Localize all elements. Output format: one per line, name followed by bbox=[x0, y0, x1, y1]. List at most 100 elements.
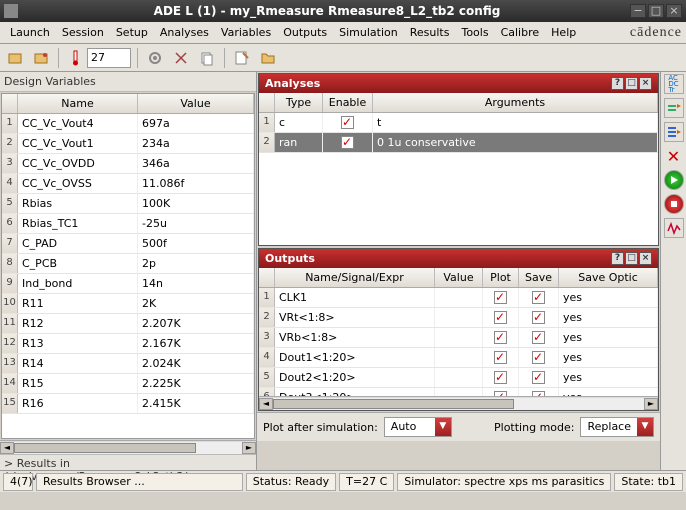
menu-calibre[interactable]: Calibre bbox=[495, 24, 546, 41]
save-checkbox[interactable] bbox=[532, 331, 545, 344]
copy-icon[interactable] bbox=[196, 47, 218, 69]
maximize-button[interactable]: □ bbox=[648, 4, 664, 18]
setup-icon[interactable] bbox=[664, 98, 684, 118]
output-name: CLK1 bbox=[275, 288, 435, 307]
menu-session[interactable]: Session bbox=[56, 24, 110, 41]
output-row[interactable]: 4 Dout1<1:20> yes bbox=[259, 348, 658, 368]
dv-row[interactable]: 5 Rbias 100K bbox=[2, 194, 254, 214]
waveform-icon[interactable] bbox=[664, 218, 684, 238]
plot-checkbox[interactable] bbox=[494, 291, 507, 304]
dv-name: R12 bbox=[18, 314, 138, 333]
analyses-help-icon[interactable]: ? bbox=[611, 77, 624, 90]
dv-name: R15 bbox=[18, 374, 138, 393]
output-saveopt: yes bbox=[559, 388, 658, 396]
analysis-type: ran bbox=[275, 133, 323, 152]
outputs-max-icon[interactable]: □ bbox=[625, 252, 638, 265]
dv-row[interactable]: 15 R16 2.415K bbox=[2, 394, 254, 414]
dv-value: 2.024K bbox=[138, 354, 254, 373]
menu-variables[interactable]: Variables bbox=[215, 24, 277, 41]
folder-icon[interactable] bbox=[257, 47, 279, 69]
dv-row[interactable]: 9 Ind_bond 14n bbox=[2, 274, 254, 294]
dv-row[interactable]: 12 R13 2.167K bbox=[2, 334, 254, 354]
dv-row[interactable]: 2 CC_Vc_Vout1 234a bbox=[2, 134, 254, 154]
plot-after-combo[interactable]: Auto ▼ bbox=[384, 417, 452, 437]
outputs-help-icon[interactable]: ? bbox=[611, 252, 624, 265]
menu-launch[interactable]: Launch bbox=[4, 24, 56, 41]
dv-value: 2.225K bbox=[138, 374, 254, 393]
analysis-args: 0 1u conservative bbox=[373, 133, 658, 152]
chevron-down-icon[interactable]: ▼ bbox=[435, 418, 451, 436]
analyses-close-icon[interactable]: × bbox=[639, 77, 652, 90]
dv-row[interactable]: 6 Rbias_TC1 -25u bbox=[2, 214, 254, 234]
acdc-icon[interactable]: ACDCTr bbox=[664, 74, 684, 94]
menu-outputs[interactable]: Outputs bbox=[277, 24, 333, 41]
status-results-browser[interactable]: Results Browser ... bbox=[36, 473, 243, 491]
chevron-down-icon[interactable]: ▼ bbox=[637, 418, 653, 436]
save-checkbox[interactable] bbox=[532, 371, 545, 384]
enable-checkbox[interactable] bbox=[341, 136, 354, 149]
output-row[interactable]: 3 VRb<1:8> yes bbox=[259, 328, 658, 348]
run-button[interactable] bbox=[664, 170, 684, 190]
save-checkbox[interactable] bbox=[532, 351, 545, 364]
analysis-row[interactable]: 2 ran 0 1u conservative bbox=[259, 133, 658, 153]
menu-setup[interactable]: Setup bbox=[110, 24, 154, 41]
dv-value: 234a bbox=[138, 134, 254, 153]
col-value[interactable]: Value bbox=[138, 94, 254, 113]
close-button[interactable]: × bbox=[666, 4, 682, 18]
analysis-row[interactable]: 1 c t bbox=[259, 113, 658, 133]
output-row[interactable]: 5 Dout2<1:20> yes bbox=[259, 368, 658, 388]
status-ready: Status: Ready bbox=[246, 473, 336, 491]
output-value bbox=[435, 288, 483, 307]
col-name[interactable]: Name bbox=[18, 94, 138, 113]
plot-checkbox[interactable] bbox=[494, 351, 507, 364]
enable-checkbox[interactable] bbox=[341, 116, 354, 129]
menu-results[interactable]: Results bbox=[404, 24, 456, 41]
menu-simulation[interactable]: Simulation bbox=[333, 24, 404, 41]
menu-help[interactable]: Help bbox=[545, 24, 582, 41]
stop-button[interactable] bbox=[664, 194, 684, 214]
analyses-max-icon[interactable]: □ bbox=[625, 77, 638, 90]
plot-mode-combo[interactable]: Replace ▼ bbox=[580, 417, 654, 437]
dv-row[interactable]: 1 CC_Vc_Vout4 697a bbox=[2, 114, 254, 134]
output-value bbox=[435, 328, 483, 347]
tool-open-icon[interactable] bbox=[4, 47, 26, 69]
dv-row[interactable]: 13 R14 2.024K bbox=[2, 354, 254, 374]
dv-hscroll[interactable]: ◄ ► bbox=[0, 440, 256, 454]
thermometer-icon[interactable] bbox=[65, 47, 87, 69]
dv-row[interactable]: 11 R12 2.207K bbox=[2, 314, 254, 334]
dv-row[interactable]: 4 CC_Vc_OVSS 11.086f bbox=[2, 174, 254, 194]
minimize-button[interactable]: − bbox=[630, 4, 646, 18]
tool-save-icon[interactable] bbox=[30, 47, 52, 69]
outputs-close-icon[interactable]: × bbox=[639, 252, 652, 265]
plot-checkbox[interactable] bbox=[494, 391, 507, 396]
outputs-icon[interactable] bbox=[664, 122, 684, 142]
save-checkbox[interactable] bbox=[532, 311, 545, 324]
window-title: ADE L (1) - my_Rmeasure Rmeasure8_L2_tb2… bbox=[24, 4, 630, 18]
temperature-input[interactable] bbox=[87, 48, 131, 68]
dv-row[interactable]: 7 C_PAD 500f bbox=[2, 234, 254, 254]
output-value bbox=[435, 348, 483, 367]
dv-row[interactable]: 3 CC_Vc_OVDD 346a bbox=[2, 154, 254, 174]
plot-checkbox[interactable] bbox=[494, 331, 507, 344]
design-variables-table[interactable]: Name Value 1 CC_Vc_Vout4 697a2 CC_Vc_Vou… bbox=[1, 93, 255, 439]
edit-icon[interactable] bbox=[231, 47, 253, 69]
output-row[interactable]: 1 CLK1 yes bbox=[259, 288, 658, 308]
gear-icon[interactable] bbox=[144, 47, 166, 69]
output-value bbox=[435, 388, 483, 396]
plot-checkbox[interactable] bbox=[494, 371, 507, 384]
output-row[interactable]: 2 VRt<1:8> yes bbox=[259, 308, 658, 328]
cut-icon[interactable] bbox=[170, 47, 192, 69]
dv-row[interactable]: 8 C_PCB 2p bbox=[2, 254, 254, 274]
delete-icon[interactable]: ✕ bbox=[664, 146, 684, 166]
dv-row[interactable]: 10 R11 2K bbox=[2, 294, 254, 314]
dv-row[interactable]: 14 R15 2.225K bbox=[2, 374, 254, 394]
outputs-hscroll[interactable]: ◄ ► bbox=[259, 396, 658, 410]
plot-checkbox[interactable] bbox=[494, 311, 507, 324]
save-checkbox[interactable] bbox=[532, 291, 545, 304]
menu-analyses[interactable]: Analyses bbox=[154, 24, 215, 41]
dv-name: R11 bbox=[18, 294, 138, 313]
output-row[interactable]: 6 Dout3<1:20> yes bbox=[259, 388, 658, 396]
status-c1: 4(7) bbox=[3, 473, 33, 491]
menu-tools[interactable]: Tools bbox=[455, 24, 494, 41]
save-checkbox[interactable] bbox=[532, 391, 545, 396]
